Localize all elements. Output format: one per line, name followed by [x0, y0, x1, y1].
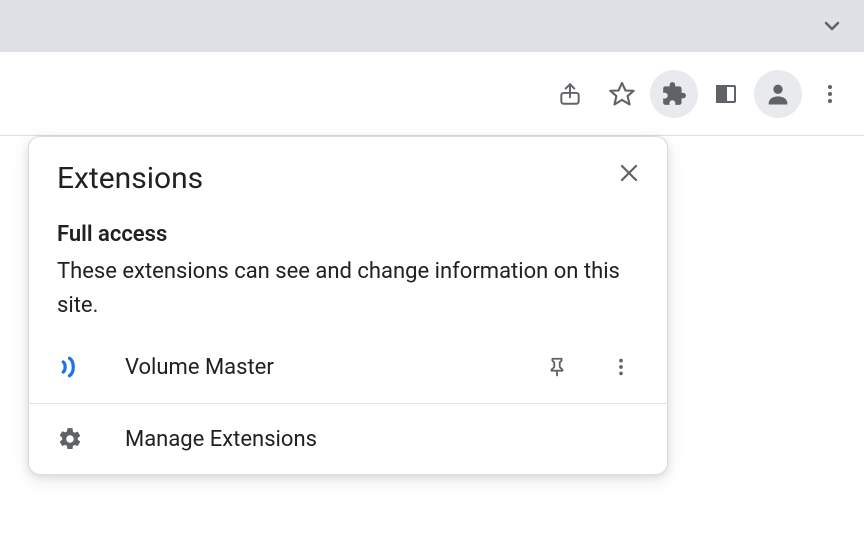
manage-extensions-label: Manage Extensions [113, 427, 639, 452]
bookmark-button[interactable] [598, 70, 646, 118]
volume-icon [57, 352, 93, 382]
manage-extensions-row[interactable]: Manage Extensions [29, 404, 667, 474]
extension-actions [539, 349, 639, 385]
browser-toolbar [0, 52, 864, 136]
extension-name: Volume Master [113, 355, 519, 380]
gear-icon [57, 426, 93, 452]
profile-button[interactable] [754, 70, 802, 118]
extension-row[interactable]: Volume Master [29, 331, 667, 404]
access-section: Full access These extensions can see and… [29, 198, 667, 331]
pin-button[interactable] [539, 349, 575, 385]
share-button[interactable] [546, 70, 594, 118]
side-panel-button[interactable] [702, 70, 750, 118]
section-description: These extensions can see and change info… [57, 255, 639, 323]
close-button[interactable] [611, 155, 647, 191]
chevron-down-icon[interactable] [820, 14, 844, 38]
extension-more-button[interactable] [603, 349, 639, 385]
extensions-popup: Extensions Full access These extensions … [28, 136, 668, 475]
tab-strip [0, 0, 864, 52]
extensions-button[interactable] [650, 70, 698, 118]
popup-title: Extensions [57, 161, 639, 196]
more-button[interactable] [806, 70, 854, 118]
popup-header: Extensions [29, 137, 667, 198]
section-heading: Full access [57, 222, 639, 247]
